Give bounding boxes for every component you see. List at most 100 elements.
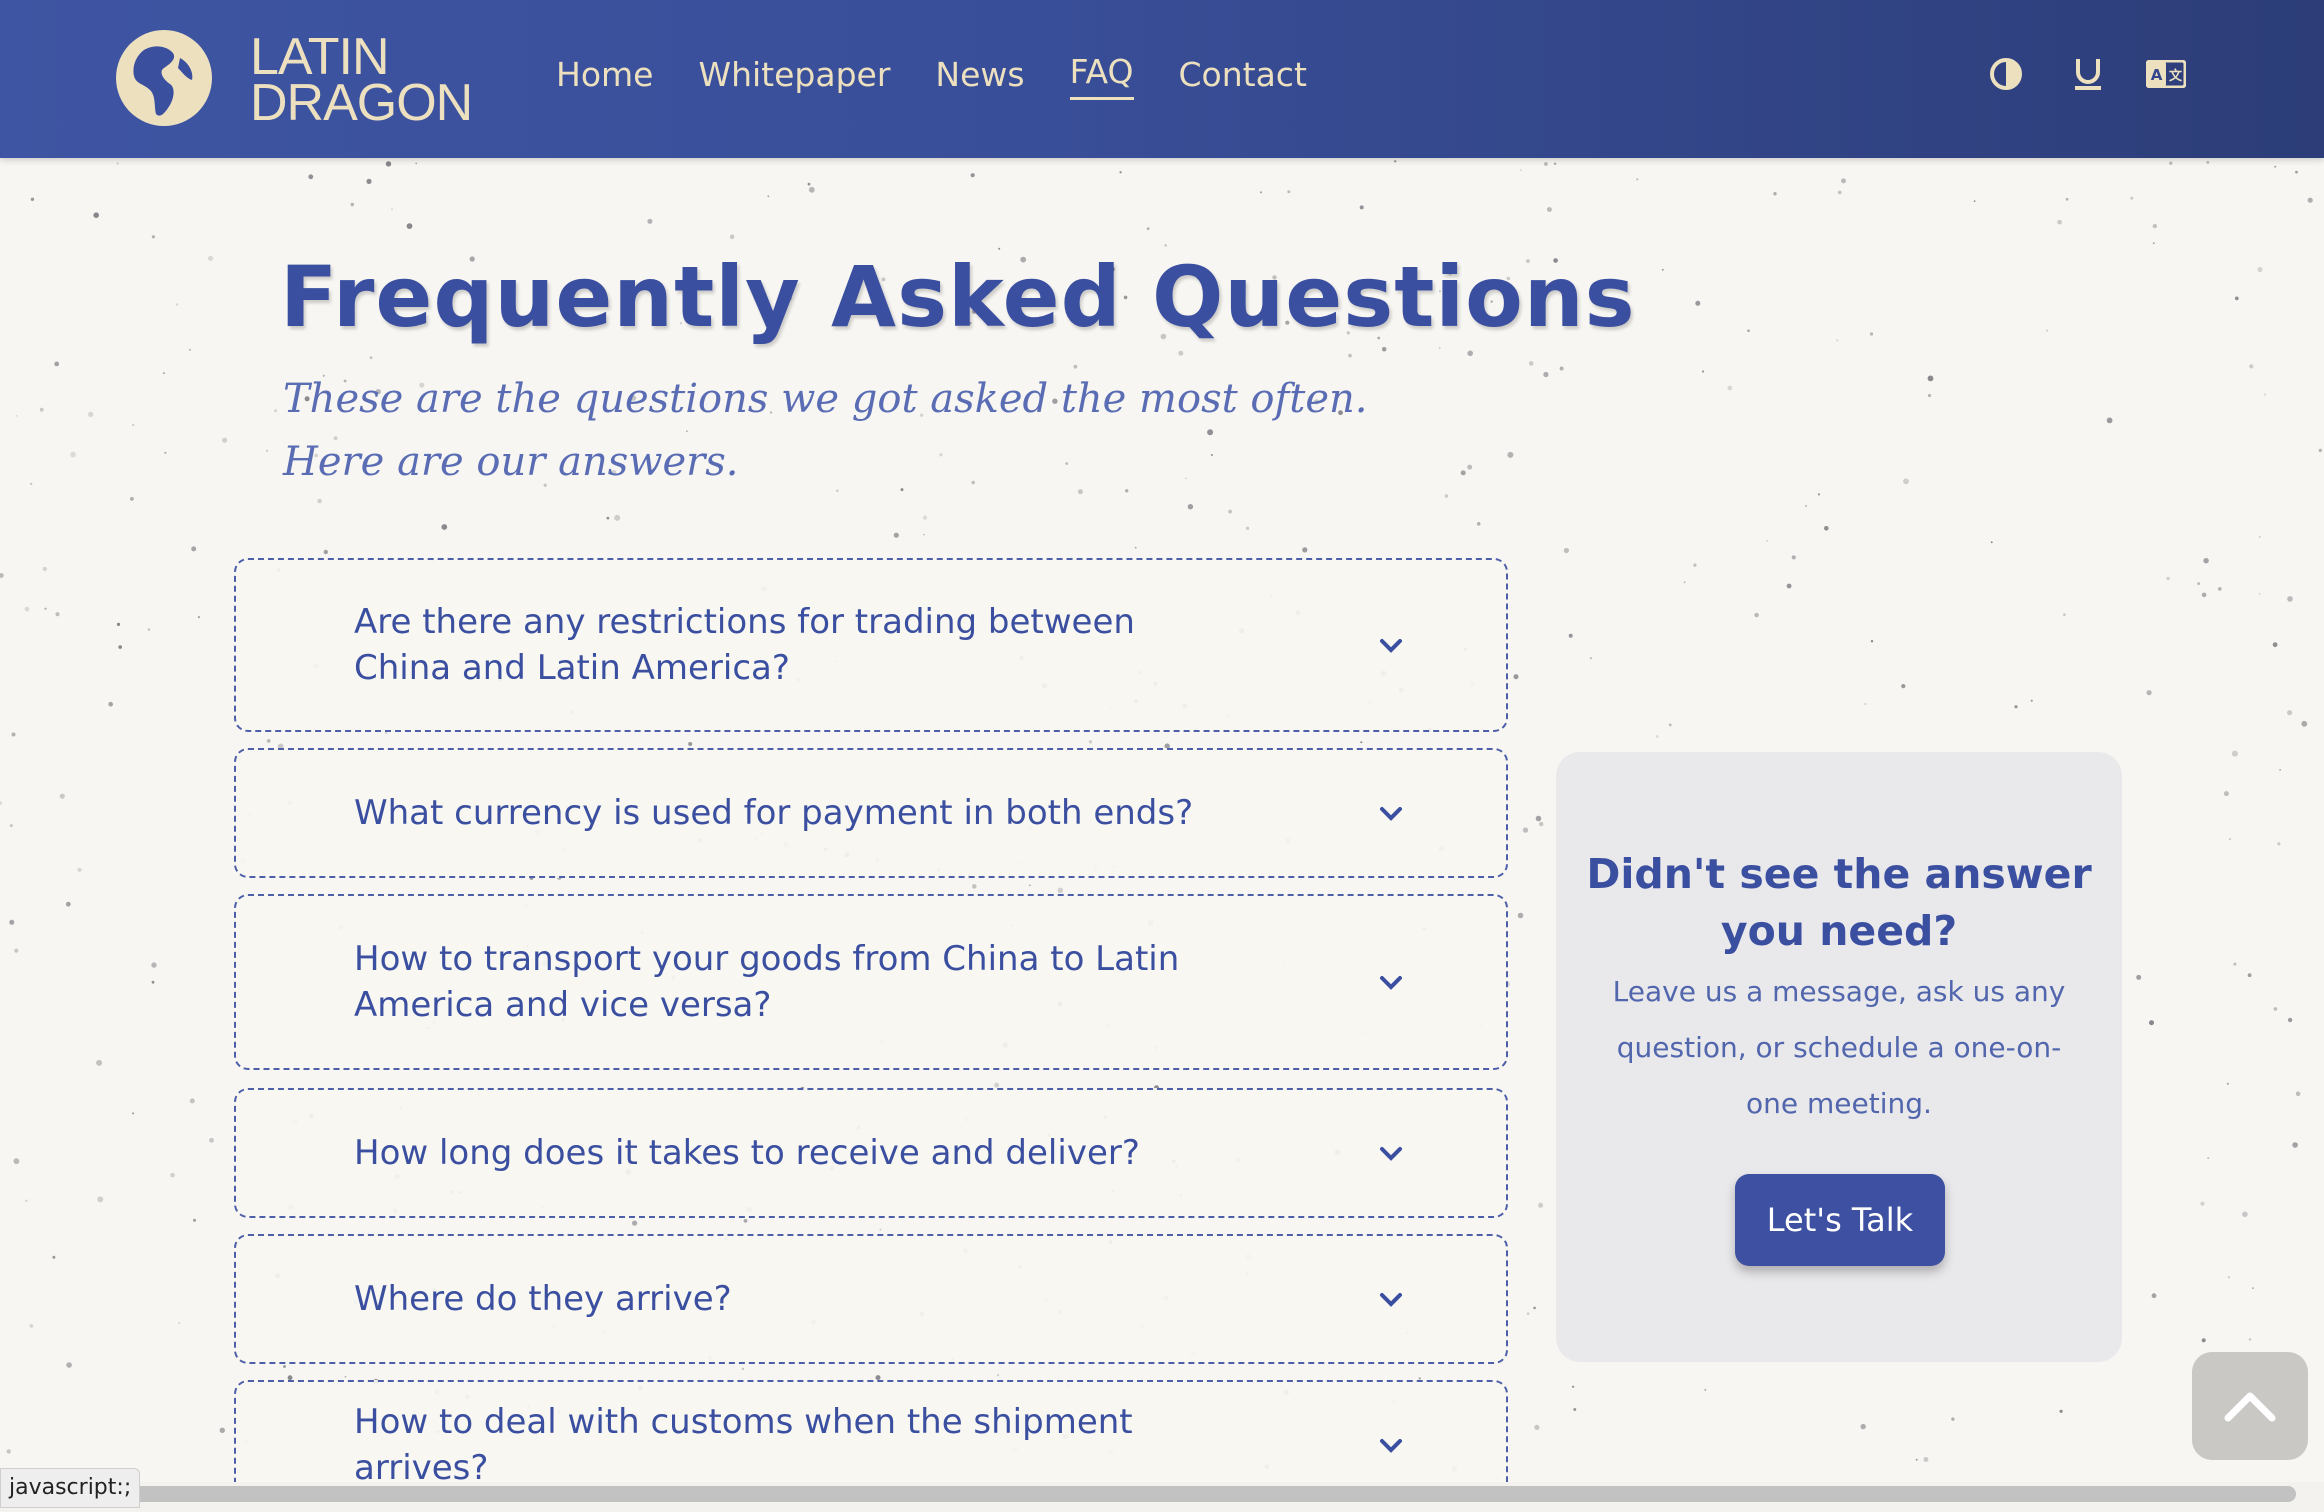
translate-icon[interactable]: A 文	[2144, 52, 2188, 96]
speckle-dot	[1923, 1457, 1929, 1462]
speckle-dot	[209, 1137, 214, 1143]
faq-question: How to transport your goods from China t…	[354, 939, 1180, 1025]
speckle-dot	[2272, 642, 2278, 648]
speckle-dot	[1754, 612, 1759, 618]
contrast-icon[interactable]	[1984, 52, 2028, 96]
speckle-dot	[972, 884, 977, 889]
speckle-dot	[66, 1362, 72, 1368]
speckle-dot	[2226, 1082, 2230, 1086]
chevron-up-icon	[2224, 1392, 2276, 1422]
speckle-dot	[9, 824, 13, 828]
speckle-dot	[1860, 1423, 1866, 1430]
speckle-dot	[11, 732, 16, 737]
brand-name[interactable]: LATIN DRAGON	[250, 31, 473, 129]
faq-item[interactable]: How long does it takes to receive and de…	[234, 1088, 1508, 1218]
speckle-dot	[743, 1219, 748, 1223]
speckle-dot	[385, 161, 392, 167]
speckle-dot	[1901, 684, 1906, 689]
speckle-dot	[132, 1112, 135, 1115]
speckle-dot	[118, 645, 122, 649]
speckle-dot	[1864, 703, 1867, 705]
speckle-dot	[2201, 592, 2207, 598]
speckle-dot	[130, 497, 134, 501]
speckle-dot	[1535, 815, 1542, 822]
speckle-dot	[632, 1220, 638, 1226]
speckle-dot	[1164, 244, 1167, 247]
speckle-dot	[189, 1098, 195, 1104]
speckle-dot	[1702, 370, 1705, 373]
nav-whitepaper[interactable]: Whitepaper	[698, 50, 890, 100]
speckle-dot	[1476, 522, 1481, 526]
speckle-dot	[222, 437, 228, 443]
faq-question: How to deal with customs when the shipme…	[354, 1402, 1133, 1488]
card-text: Leave us a message, ask us any question,…	[1612, 975, 2066, 1120]
contact-card: Didn't see the answer you need? Leave us…	[1556, 752, 2122, 1362]
speckle-dot	[767, 195, 770, 198]
speckle-dot	[1636, 178, 1639, 181]
speckle-dot	[1973, 200, 1976, 203]
nav-faq[interactable]: FAQ	[1069, 50, 1134, 100]
speckle-dot	[1444, 494, 1449, 498]
speckle-dot	[1029, 884, 1031, 887]
speckle-dot	[1704, 1389, 1707, 1391]
speckle-dot	[151, 980, 155, 984]
card-title: Didn't see the answer you need?	[1586, 850, 2092, 955]
speckle-dot	[1467, 350, 1473, 357]
page-title: Frequently Asked Questions	[280, 248, 1636, 346]
speckle-dot	[2287, 710, 2293, 716]
speckle-dot	[1693, 563, 1697, 567]
speckle-dot	[1915, 1458, 1918, 1461]
chevron-down-icon	[1380, 807, 1402, 821]
speckle-dot	[1119, 171, 1122, 174]
page-subtitle: These are the questions we got asked the…	[283, 376, 1368, 485]
speckle-dot	[170, 1172, 175, 1178]
globe-logo-icon[interactable]	[114, 28, 214, 128]
underline-icon[interactable]	[2066, 52, 2110, 96]
faq-item[interactable]: What currency is used for payment in bot…	[234, 748, 1508, 878]
speckle-dot	[30, 482, 33, 485]
faq-item[interactable]: Are there any restrictions for trading b…	[234, 558, 1508, 732]
faq-item[interactable]: Where do they arrive?	[234, 1234, 1508, 1364]
speckle-dot	[2252, 1287, 2254, 1289]
speckle-dot	[2234, 296, 2239, 301]
speckle-dot	[1573, 1408, 1577, 1411]
nav-news[interactable]: News	[935, 50, 1024, 100]
speckle-dot	[729, 234, 735, 240]
speckle-dot	[2287, 596, 2293, 602]
speckle-dot	[1513, 674, 1519, 680]
speckle-dot	[2247, 973, 2252, 978]
speckle-dot	[1571, 1385, 1575, 1389]
speckle-dot	[2166, 576, 2170, 581]
speckle-dot	[2277, 842, 2281, 846]
faq-question: Where do they arrive?	[354, 1279, 732, 1319]
speckle-dot	[1246, 526, 1250, 530]
speckle-dot	[344, 1375, 347, 1378]
main-nav: Home Whitepaper News FAQ Contact	[556, 50, 1352, 100]
speckle-dot	[2030, 699, 2033, 702]
speckle-dot	[2279, 769, 2281, 771]
speckle-dot	[1538, 1202, 1544, 1208]
speckle-dot	[2231, 750, 2238, 757]
speckle-dot	[2223, 791, 2229, 797]
speckle-dot	[2233, 962, 2237, 966]
speckle-dot	[175, 303, 179, 306]
nav-home[interactable]: Home	[556, 50, 653, 100]
scrollbar-thumb[interactable]	[128, 1486, 2296, 1502]
speckle-dot	[2258, 535, 2261, 538]
speckle-dot	[1539, 821, 1544, 827]
speckle-dot	[2152, 242, 2155, 245]
speckle-dot	[1559, 366, 1564, 371]
speckle-dot	[1534, 1424, 1540, 1430]
nav-contact[interactable]: Contact	[1179, 50, 1307, 100]
faq-item[interactable]: How to transport your goods from China t…	[234, 894, 1508, 1070]
speckle-dot	[97, 1196, 104, 1203]
speckle-dot	[1522, 827, 1529, 833]
lets-talk-button[interactable]: Let's Talk	[1735, 1174, 1945, 1266]
speckle-dot	[178, 1322, 181, 1324]
speckle-dot	[1727, 385, 1733, 391]
speckle-dot	[2046, 329, 2049, 332]
speckle-dot	[606, 516, 610, 520]
back-to-top-button[interactable]	[2192, 1352, 2308, 1460]
speckle-dot	[1791, 555, 1796, 560]
chevron-down-icon	[1380, 639, 1402, 653]
